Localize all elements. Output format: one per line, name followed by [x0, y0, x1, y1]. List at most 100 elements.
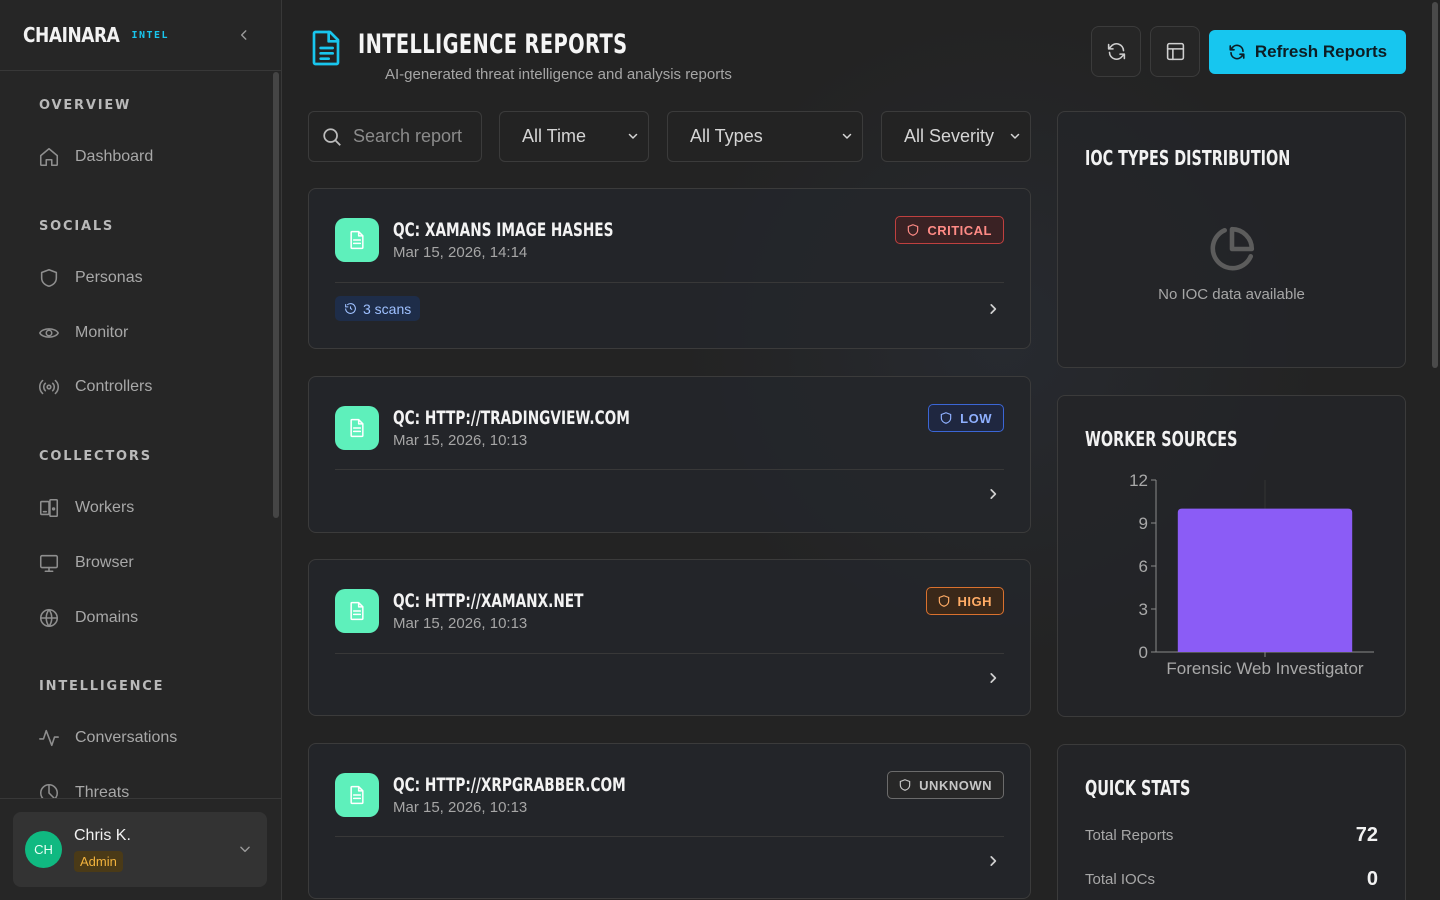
main-content: INTELLIGENCE REPORTS AI-generated threat…: [282, 0, 1440, 900]
divider: [335, 836, 1004, 837]
refresh-icon: [1229, 44, 1245, 60]
document-icon: [312, 30, 340, 66]
y-tick-label: 9: [1139, 514, 1148, 533]
sidebar-nav: OVERVIEW Dashboard SOCIALS Personas Moni…: [0, 71, 271, 798]
avatar: CH: [25, 831, 62, 868]
divider: [335, 282, 1004, 283]
severity-badge: HIGH: [925, 587, 1004, 615]
report-title: QC: XAMANS IMAGE HASHES: [393, 219, 614, 241]
severity-label: HIGH: [957, 593, 992, 609]
collapse-sidebar-button[interactable]: [235, 26, 253, 44]
sidebar-item-controllers[interactable]: Controllers: [38, 372, 152, 402]
x-tick-label: Forensic Web Investigator: [1166, 659, 1363, 678]
divider: [335, 653, 1004, 654]
section-collectors: COLLECTORS: [39, 449, 152, 464]
search-icon: [323, 128, 341, 146]
report-card[interactable]: QC: HTTP://XAMANX.NET Mar 15, 2026, 10:1…: [308, 559, 1031, 716]
scans-chip[interactable]: 3 scans: [335, 296, 421, 321]
stat-total-iocs: Total IOCs 0: [1085, 868, 1378, 891]
layout-toggle-button[interactable]: [1150, 26, 1200, 77]
search-placeholder: Search report: [353, 126, 463, 146]
sidebar-item-workers[interactable]: Workers: [38, 493, 134, 523]
sidebar-item-label: Controllers: [75, 378, 153, 395]
sidebar-item-label: Conversations: [75, 729, 178, 746]
sidebar: CHAINARA INTEL OVERVIEW Dashboard SOCIAL…: [0, 0, 282, 900]
panel-title: IOC TYPES DISTRIBUTION: [1085, 146, 1291, 170]
sidebar-item-label: Dashboard: [75, 148, 154, 165]
sidebar-item-conversations[interactable]: Conversations: [38, 723, 177, 753]
chevron-down-icon: [628, 133, 638, 139]
time-filter-select[interactable]: All Time: [499, 111, 649, 162]
page-header: INTELLIGENCE REPORTS AI-generated threat…: [310, 26, 732, 83]
stat-value: 72: [1355, 824, 1378, 846]
chevron-right-icon: [990, 489, 997, 499]
devices-icon: [39, 498, 59, 518]
sidebar-item-label: Monitor: [75, 324, 129, 341]
section-overview: OVERVIEW: [39, 98, 132, 113]
shield-icon: [908, 224, 919, 236]
severity-badge: LOW: [928, 404, 1004, 432]
severity-filter-value: All Severity: [904, 126, 995, 146]
reload-button[interactable]: [1091, 26, 1141, 77]
search-input[interactable]: Search report: [308, 111, 482, 162]
worker-sources-chart: 0 3 6 9 12 Forensic Web Investigator: [1129, 471, 1374, 678]
severity-filter-select[interactable]: All Severity: [881, 111, 1031, 162]
sidebar-scrollbar[interactable]: [273, 72, 279, 518]
user-menu[interactable]: CH Chris K. Admin: [13, 812, 267, 887]
sidebar-item-label: Workers: [75, 499, 135, 516]
severity-label: LOW: [960, 410, 992, 426]
chevron-down-icon: [842, 133, 852, 139]
scans-count: 3 scans: [363, 300, 412, 317]
shield-icon: [938, 595, 949, 607]
y-tick-label: 12: [1129, 471, 1148, 490]
report-file-icon: [335, 218, 379, 262]
divider: [335, 469, 1004, 470]
chevron-down-icon: [238, 842, 252, 861]
sidebar-item-domains[interactable]: Domains: [38, 603, 138, 633]
brand-name: CHAINARA: [23, 23, 120, 47]
sidebar-item-threats[interactable]: Threats: [38, 778, 129, 798]
type-filter-select[interactable]: All Types: [667, 111, 863, 162]
severity-badge: CRITICAL: [895, 216, 1004, 244]
section-socials: SOCIALS: [39, 219, 115, 234]
report-card[interactable]: QC: HTTP://XRPGRABBER.COM Mar 15, 2026, …: [308, 743, 1031, 899]
section-intelligence: INTELLIGENCE: [39, 679, 165, 694]
refresh-reports-button[interactable]: Refresh Reports: [1209, 30, 1406, 74]
stat-label: Total Reports: [1085, 827, 1174, 844]
worker-sources-panel: WORKER SOURCES 0 3 6 9 12 Forensic Web Invest…: [1057, 395, 1406, 717]
sidebar-item-browser[interactable]: Browser: [38, 548, 134, 578]
page-subtitle: AI-generated threat intelligence and ana…: [385, 66, 732, 83]
sidebar-item-monitor[interactable]: Monitor: [38, 318, 128, 348]
user-name: Chris K.: [74, 827, 131, 844]
globe-icon: [39, 608, 59, 628]
main-scrollbar[interactable]: [1432, 2, 1438, 368]
monitor-icon: [39, 554, 59, 573]
sidebar-item-label: Threats: [75, 784, 130, 798]
divider: [0, 798, 281, 799]
report-title: QC: HTTP://XAMANX.NET: [393, 590, 584, 612]
page-title: INTELLIGENCE REPORTS: [358, 29, 628, 60]
chevron-left-icon: [240, 30, 247, 40]
sidebar-item-dashboard[interactable]: Dashboard: [38, 142, 153, 172]
severity-badge: UNKNOWN: [887, 771, 1004, 799]
y-tick-label: 3: [1139, 600, 1148, 619]
empty-state-text: No IOC data available: [1158, 286, 1305, 303]
pie-chart-icon: [1058, 224, 1405, 279]
report-card[interactable]: QC: HTTP://TRADINGVIEW.COM Mar 15, 2026,…: [308, 376, 1031, 533]
sidebar-item-label: Browser: [75, 554, 134, 571]
sidebar-item-label: Domains: [75, 609, 139, 626]
sidebar-item-label: Personas: [75, 269, 143, 286]
sidebar-item-personas[interactable]: Personas: [38, 263, 143, 293]
shield-icon: [40, 268, 58, 288]
report-title: QC: HTTP://XRPGRABBER.COM: [393, 774, 626, 796]
severity-label: CRITICAL: [927, 222, 992, 238]
severity-label: UNKNOWN: [919, 777, 992, 793]
report-date: Mar 15, 2026, 10:13: [393, 615, 528, 632]
threat-icon: [39, 783, 59, 798]
brand-tag: INTEL: [131, 29, 170, 41]
report-date: Mar 15, 2026, 14:14: [393, 244, 528, 261]
type-filter-value: All Types: [690, 126, 763, 146]
history-icon: [345, 303, 356, 314]
eye-icon: [39, 328, 59, 338]
report-card[interactable]: QC: XAMANS IMAGE HASHES Mar 15, 2026, 14…: [308, 188, 1031, 349]
